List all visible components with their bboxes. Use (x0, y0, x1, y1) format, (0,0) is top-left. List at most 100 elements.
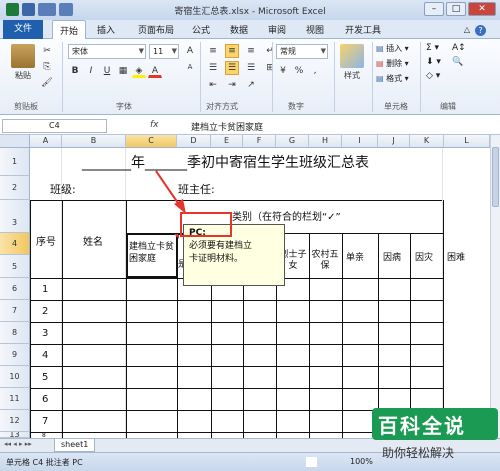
font-color-icon[interactable]: A (148, 64, 162, 78)
tab-data[interactable]: 数据 (230, 23, 248, 36)
minimize-button[interactable]: – (424, 2, 444, 16)
name-box[interactable]: C4 (2, 119, 107, 133)
column-header-b[interactable]: B (62, 135, 126, 148)
redo-icon[interactable] (59, 3, 73, 16)
zoom-level[interactable]: 100% (350, 457, 373, 466)
save-icon[interactable] (22, 3, 35, 16)
tab-review[interactable]: 审阅 (268, 23, 286, 36)
undo-icon[interactable] (38, 3, 56, 16)
orientation-icon[interactable]: ↗ (244, 78, 258, 92)
tab-insert[interactable]: 插入 (97, 23, 115, 36)
sort-filter-icon[interactable]: A↕ (452, 43, 474, 53)
shrink-font-icon[interactable]: A (183, 60, 197, 74)
find-icon[interactable]: 🔍 (452, 57, 474, 67)
fill-color-icon[interactable]: ◈ (132, 64, 146, 78)
merge-cells-icon[interactable]: ⊞ (263, 61, 277, 75)
column-header-f[interactable]: F (243, 135, 276, 148)
column-header-a[interactable]: A (30, 135, 62, 148)
table-hline (30, 388, 443, 389)
autosum-icon[interactable]: Σ ▾ (426, 43, 448, 53)
bold-icon[interactable]: B (68, 64, 82, 78)
window-controls: – □ ✕ (424, 2, 496, 16)
tab-page-layout[interactable]: 页面布局 (138, 23, 174, 36)
row-header-11[interactable]: 11 (0, 388, 30, 410)
tab-view[interactable]: 视图 (306, 23, 324, 36)
row-header-6[interactable]: 6 (0, 278, 30, 300)
fx-icon[interactable]: fx (150, 120, 159, 130)
select-all-corner[interactable] (0, 135, 30, 148)
column-header-i[interactable]: I (342, 135, 378, 148)
font-name-combo[interactable]: 宋体 ▼ (68, 44, 146, 59)
normal-view-icon[interactable] (306, 457, 317, 467)
row-header-3[interactable]: 3 (0, 200, 30, 233)
tab-home[interactable]: 开始 (52, 20, 87, 40)
align-left-icon[interactable]: ☰ (206, 61, 220, 75)
clear-icon[interactable]: ◇ ▾ (426, 71, 448, 81)
minimize-ribbon-icon[interactable]: △ (464, 25, 470, 37)
border-icon[interactable]: ▦ (116, 64, 130, 78)
align-middle-icon[interactable]: ≡ (225, 44, 239, 58)
row-header-5[interactable]: 5 (0, 255, 30, 278)
wrap-text-icon[interactable]: ↵ (263, 44, 277, 58)
row-header-2[interactable]: 2 (0, 176, 30, 200)
percent-icon[interactable]: % (292, 64, 306, 78)
number-buttons: ¥ % , (276, 64, 322, 78)
page-layout-view-icon[interactable] (320, 457, 331, 467)
column-header-j[interactable]: J (378, 135, 410, 148)
align-center-icon[interactable]: ☰ (225, 61, 239, 75)
group-separator (420, 42, 421, 112)
column-header-c[interactable]: C (126, 135, 177, 148)
row-header-8[interactable]: 8 (0, 322, 30, 344)
delete-cells-button[interactable]: ▤ 删除 ▾ (376, 58, 409, 69)
format-painter-icon[interactable]: 🖌 (40, 76, 54, 90)
styles-button[interactable]: 样式 (338, 44, 366, 81)
help-icon[interactable]: ? (475, 25, 486, 36)
column-header-g[interactable]: G (276, 135, 309, 148)
row-header-7[interactable]: 7 (0, 300, 30, 322)
underline-icon[interactable]: U (100, 64, 114, 78)
copy-icon[interactable]: ⎘ (40, 60, 54, 74)
fill-icon[interactable]: ⬇ ▾ (426, 57, 448, 67)
font-size-combo[interactable]: 11 ▼ (149, 44, 179, 59)
insert-cells-button[interactable]: ▤ 插入 ▾ (376, 43, 409, 54)
column-header-e[interactable]: E (211, 135, 243, 148)
increase-indent-icon[interactable]: ⇥ (225, 78, 239, 92)
currency-icon[interactable]: ¥ (276, 64, 290, 78)
tab-formulas[interactable]: 公式 (192, 23, 210, 36)
align-top-icon[interactable]: ≡ (206, 44, 220, 58)
title-blank-year: _______ (82, 155, 131, 171)
serial-6: 6 (42, 394, 49, 405)
sheet-tab-sheet1[interactable]: sheet1 (54, 439, 96, 452)
column-header-l[interactable]: L (444, 135, 490, 148)
format-cells-button[interactable]: ▤ 格式 ▾ (376, 73, 409, 84)
decrease-indent-icon[interactable]: ⇤ (206, 78, 220, 92)
tab-developer[interactable]: 开发工具 (345, 23, 381, 36)
sheet-nav-icon[interactable]: ◂◂ ◂ ▸ ▸▸ (4, 440, 32, 448)
column-header-d[interactable]: D (177, 135, 211, 148)
clipboard-icon (11, 44, 35, 68)
excel-logo-icon (6, 3, 19, 16)
row-header-10[interactable]: 10 (0, 366, 30, 388)
grow-font-icon[interactable]: A (183, 44, 197, 58)
column-header-k[interactable]: K (410, 135, 444, 148)
scrollbar-thumb[interactable] (492, 147, 499, 207)
paste-button[interactable]: 粘贴 (8, 44, 38, 81)
vertical-scrollbar[interactable] (490, 135, 500, 438)
formula-input[interactable]: 建档立卡贫困家庭 (191, 120, 263, 133)
table-hline (30, 366, 443, 367)
align-bottom-icon[interactable]: ≡ (244, 44, 258, 58)
tab-file[interactable]: 文件 (3, 20, 43, 39)
comma-icon[interactable]: , (308, 64, 322, 78)
row-header-1[interactable]: 1 (0, 148, 30, 176)
close-button[interactable]: ✕ (468, 2, 496, 16)
row-header-12[interactable]: 12 (0, 410, 30, 432)
row-header-9[interactable]: 9 (0, 344, 30, 366)
page-break-view-icon[interactable] (334, 457, 345, 467)
number-format-combo[interactable]: 常规 ▼ (276, 44, 328, 59)
row-header-4[interactable]: 4 (0, 233, 30, 255)
cut-icon[interactable]: ✂ (40, 44, 54, 58)
column-header-h[interactable]: H (309, 135, 342, 148)
maximize-button[interactable]: □ (446, 2, 466, 16)
align-right-icon[interactable]: ☰ (244, 61, 258, 75)
italic-icon[interactable]: I (84, 64, 98, 78)
